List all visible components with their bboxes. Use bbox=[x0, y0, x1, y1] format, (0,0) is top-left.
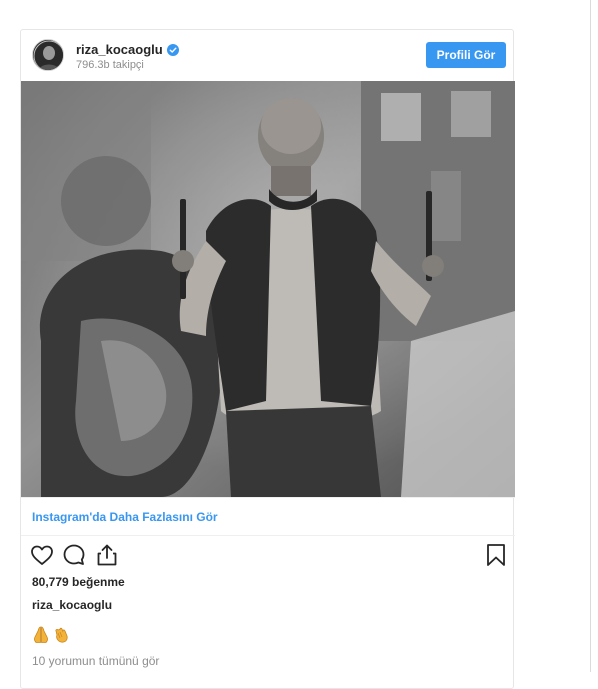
avatar[interactable] bbox=[32, 39, 64, 71]
post-header: riza_kocaoglu 796.3b takipçi Profili Gör bbox=[21, 30, 515, 81]
share-icon[interactable] bbox=[94, 542, 120, 568]
praying-hands-emoji-icon bbox=[34, 626, 48, 643]
view-more-on-instagram-link[interactable]: Instagram'da Daha Fazlasını Gör bbox=[21, 497, 515, 536]
verified-badge-icon bbox=[166, 43, 179, 56]
username-text[interactable]: riza_kocaoglu bbox=[76, 42, 163, 57]
comment-icon[interactable] bbox=[61, 542, 87, 568]
post-actions bbox=[21, 540, 515, 572]
view-profile-button[interactable]: Profili Gör bbox=[426, 42, 506, 68]
caption-text bbox=[31, 626, 72, 644]
post-photo[interactable] bbox=[21, 81, 515, 497]
post-photo-image bbox=[21, 81, 515, 497]
username[interactable]: riza_kocaoglu bbox=[76, 42, 179, 57]
clapping-hands-emoji-icon bbox=[55, 627, 68, 643]
view-all-comments-link[interactable]: 10 yorumun tümünü gör bbox=[32, 654, 159, 668]
caption-username[interactable]: riza_kocaoglu bbox=[32, 598, 112, 612]
follower-count: 796.3b takipçi bbox=[76, 59, 144, 71]
like-count[interactable]: 80,779 beğenme bbox=[32, 575, 125, 589]
heart-icon[interactable] bbox=[29, 542, 55, 568]
instagram-embed-card: riza_kocaoglu 796.3b takipçi Profili Gör bbox=[20, 29, 515, 689]
page-divider bbox=[590, 0, 591, 672]
view-more-on-instagram-text[interactable]: Instagram'da Daha Fazlasını Gör bbox=[32, 510, 218, 524]
bookmark-icon[interactable] bbox=[483, 542, 509, 568]
